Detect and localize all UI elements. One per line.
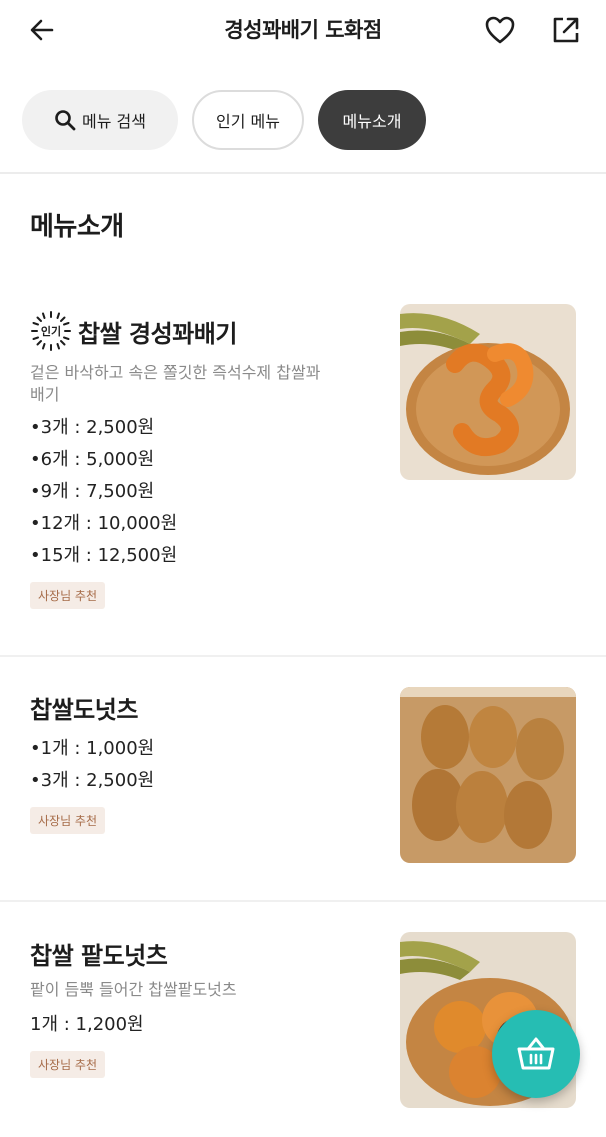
price-list: •1개 : 1,000원 •3개 : 2,500원 [30, 733, 154, 797]
item-photo [400, 687, 576, 863]
basket-icon [517, 1037, 555, 1070]
price-list: •3개 : 2,500원 •6개 : 5,000원 •9개 : 7,500원 •… [30, 412, 330, 572]
recommend-tag: 사장님 추천 [30, 582, 106, 609]
item-name: 찹쌀 경성꽈배기 [78, 319, 237, 348]
price-option: 1개 : 1,200원 [30, 1014, 144, 1035]
item-description: 겉은 바삭하고 속은 쫄깃한 즉석수제 찹쌀꽈배기 [30, 363, 321, 404]
item-name: 찹쌀도넛츠 [30, 696, 138, 724]
section-title: 메뉴소개 [30, 212, 124, 242]
top-bar: 경성꽈배기 도화점 [0, 0, 606, 62]
menu-item-info: 찹쌀도넛츠 •1개 : 1,000원 •3개 : 2,500원 사장님 추천 [30, 690, 154, 834]
divider [0, 172, 606, 174]
price-list: 1개 : 1,200원 [30, 1009, 330, 1041]
price-option: •12개 : 10,000원 [30, 513, 178, 534]
item-name: 찹쌀 팥도넛츠 [30, 942, 168, 970]
menu-search-label: 메뉴 검색 [82, 112, 146, 131]
filter-chips: 메뉴 검색 인기 메뉴 메뉴소개 [22, 90, 426, 152]
price-option: •1개 : 1,000원 [30, 738, 155, 759]
price-option: •15개 : 12,500원 [30, 545, 178, 566]
menu-intro-chip[interactable]: 메뉴소개 [318, 90, 426, 150]
popular-badge: 인기 [30, 310, 72, 352]
price-option: •3개 : 2,500원 [30, 417, 155, 438]
divider [0, 655, 606, 657]
menu-item-info: 인기 찹쌀 경성꽈배기 겉은 바삭하고 속은 쫄깃한 즉석수제 찹쌀꽈배기 •3… [30, 310, 330, 609]
menu-item-info: 찹쌀 팥도넛츠 팥이 듬뿍 들어간 찹쌀팥도넛츠 1개 : 1,200원 사장님… [30, 936, 330, 1078]
divider [0, 900, 606, 902]
share-button[interactable] [546, 12, 586, 48]
menu-item[interactable]: 찹쌀도넛츠 •1개 : 1,000원 •3개 : 2,500원 사장님 추천 [0, 687, 606, 890]
popular-badge-label: 인기 [40, 325, 62, 338]
recommend-tag: 사장님 추천 [30, 807, 106, 834]
price-option: •3개 : 2,500원 [30, 770, 155, 791]
item-photo [400, 304, 576, 480]
menu-search-button[interactable]: 메뉴 검색 [22, 90, 178, 150]
price-option: •9개 : 7,500원 [30, 481, 155, 502]
cart-button[interactable] [492, 1010, 580, 1098]
favorite-button[interactable] [480, 12, 520, 48]
popular-menu-chip[interactable]: 인기 메뉴 [192, 90, 304, 150]
item-description: 팥이 듬뿍 들어간 찹쌀팥도넛츠 [30, 980, 237, 999]
search-icon [55, 110, 76, 131]
recommend-tag: 사장님 추천 [30, 1051, 106, 1078]
share-icon [553, 17, 579, 43]
menu-item[interactable]: 인기 찹쌀 경성꽈배기 겉은 바삭하고 속은 쫄깃한 즉석수제 찹쌀꽈배기 •3… [0, 304, 606, 650]
heart-icon [485, 16, 515, 44]
price-option: •6개 : 5,000원 [30, 449, 155, 470]
